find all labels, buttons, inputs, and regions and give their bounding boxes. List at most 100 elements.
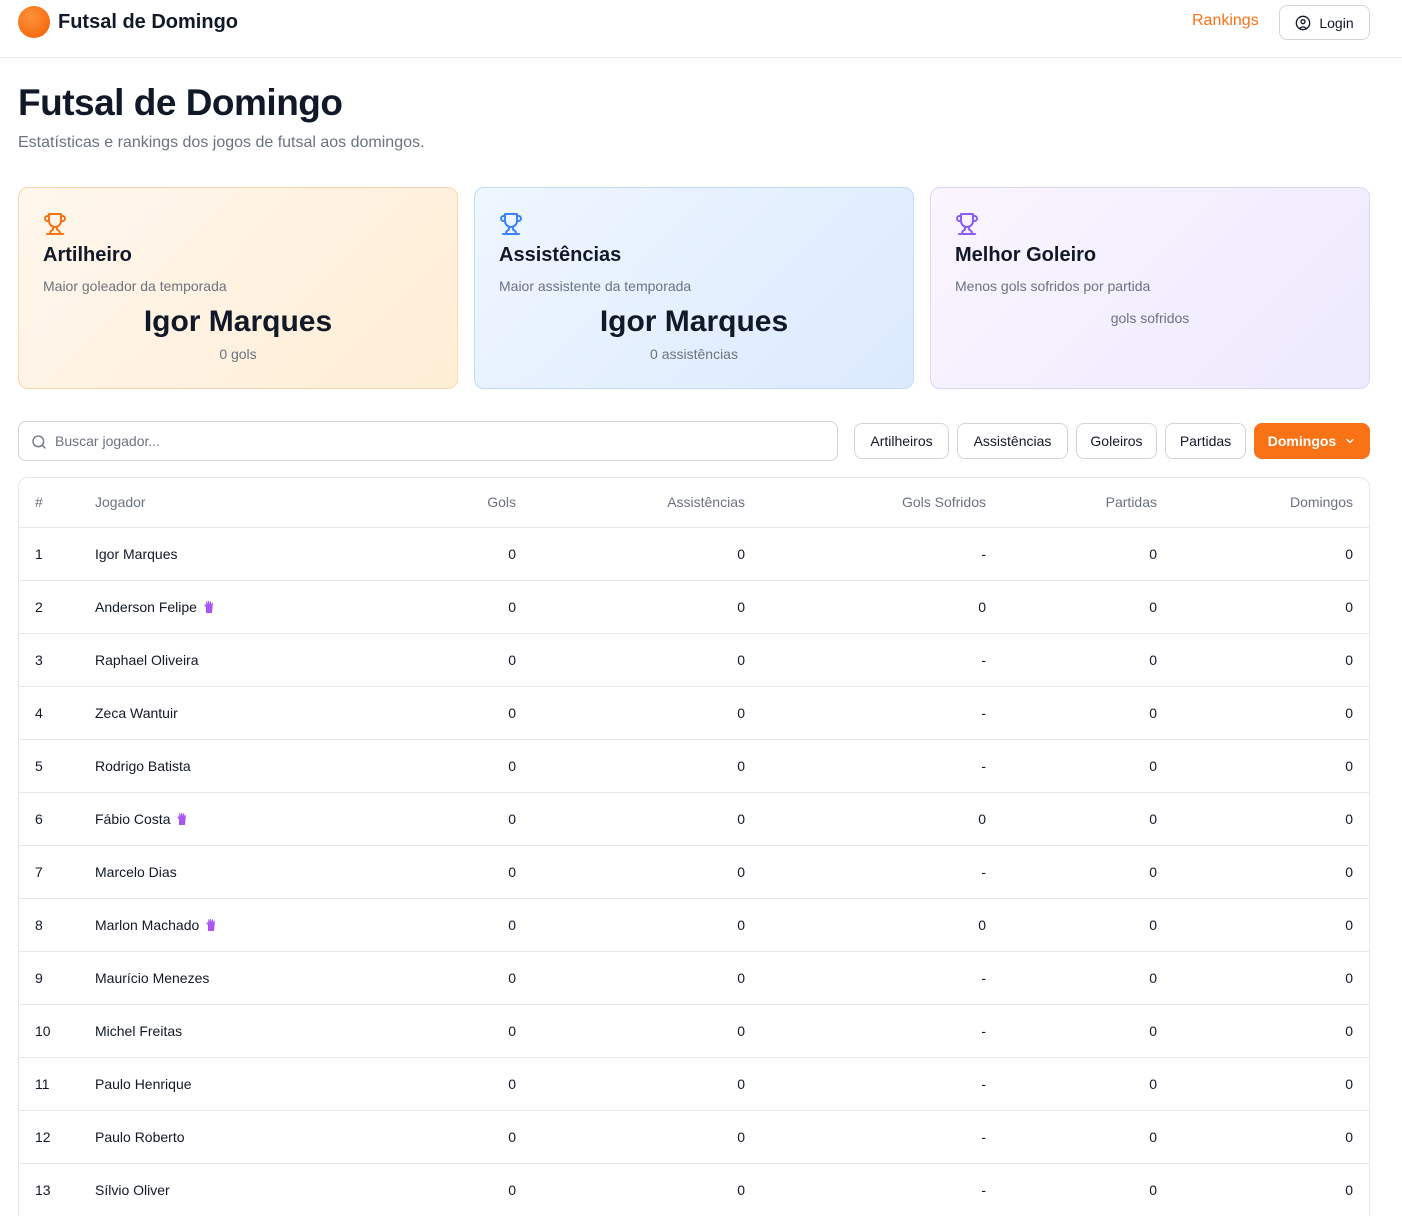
table-row[interactable]: 3 Raphael Oliveira 0 0-0 0: [19, 633, 1369, 687]
sundays-cell: 0: [1173, 845, 1369, 899]
brand-name: Futsal de Domingo: [58, 10, 238, 33]
assists-cell: 0: [532, 580, 761, 634]
column-header-sundays[interactable]: Domingos: [1173, 478, 1369, 528]
assists-cell: 0: [532, 1057, 761, 1111]
login-button[interactable]: Login: [1279, 5, 1370, 40]
column-header-conceded[interactable]: Gols Sofridos: [761, 478, 1002, 528]
conceded-cell: -: [761, 1110, 1002, 1164]
matches-cell: 0: [1002, 1057, 1173, 1111]
sundays-cell: 0: [1173, 739, 1369, 793]
table-row[interactable]: 7 Marcelo Dias 0 0-0 0: [19, 845, 1369, 899]
player-name[interactable]: Marlon Machado: [95, 917, 199, 933]
column-header-rank[interactable]: #: [19, 478, 79, 528]
table-row[interactable]: 2 Anderson Felipe 0 0 0 0 0: [19, 580, 1369, 634]
rank-cell: 2: [19, 580, 79, 634]
table-body: 1 Igor Marques 0 0-0 0 2 Anderson Felipe 0 0 0 0 0 3…: [19, 527, 1369, 1216]
assists-cell: 0: [532, 898, 761, 952]
goalkeeper-glove-icon: [206, 918, 216, 931]
card-title: Artilheiro: [43, 244, 132, 266]
table-row[interactable]: 8 Marlon Machado 0 0 0 0 0: [19, 898, 1369, 952]
card-stat: 0 gols: [219, 346, 257, 362]
goals-cell: 0: [372, 686, 532, 740]
goals-cell: 0: [372, 1110, 532, 1164]
sundays-cell: 0: [1173, 633, 1369, 687]
player-name[interactable]: Zeca Wantuir: [95, 705, 178, 721]
column-header-player[interactable]: Jogador: [79, 478, 372, 528]
column-header-assists[interactable]: Assistências: [532, 478, 761, 528]
goals-cell: 0: [372, 898, 532, 952]
goals-cell: 0: [372, 951, 532, 1005]
assists-cell: 0: [532, 1110, 761, 1164]
nav-link-rankings[interactable]: Rankings: [1192, 12, 1259, 30]
column-header-matches[interactable]: Partidas: [1002, 478, 1173, 528]
sundays-cell: 0: [1173, 898, 1369, 952]
filter-domingos-dropdown[interactable]: Domingos: [1254, 423, 1370, 459]
assists-cell: 0: [532, 686, 761, 740]
page-subtitle: Estatísticas e rankings dos jogos de fut…: [18, 134, 425, 151]
rank-cell: 6: [19, 792, 79, 846]
conceded-cell: -: [761, 1057, 1002, 1111]
goalkeeper-glove-icon: [177, 812, 187, 825]
conceded-cell: 0: [761, 580, 1002, 634]
conceded-cell: -: [761, 1163, 1002, 1216]
table-row[interactable]: 6 Fábio Costa 0 0 0 0 0: [19, 792, 1369, 846]
rank-cell: 13: [19, 1163, 79, 1216]
trophy-icon: [44, 213, 66, 235]
goals-cell: 0: [372, 1163, 532, 1216]
player-name[interactable]: Paulo Henrique: [95, 1076, 192, 1092]
player-name[interactable]: Anderson Felipe: [95, 599, 197, 615]
filter-domingos-label: Domingos: [1267, 433, 1337, 449]
top-assists-card: Assistências Maior assistente da tempora…: [474, 187, 914, 389]
goals-cell: 0: [372, 1004, 532, 1058]
player-name[interactable]: Michel Freitas: [95, 1023, 182, 1039]
conceded-cell: -: [761, 633, 1002, 687]
table-row[interactable]: 9 Maurício Menezes 0 0-0 0: [19, 951, 1369, 1005]
goals-cell: 0: [372, 633, 532, 687]
assists-cell: 0: [532, 845, 761, 899]
sundays-cell: 0: [1173, 527, 1369, 581]
table-row[interactable]: 1 Igor Marques 0 0-0 0: [19, 527, 1369, 581]
goalkeeper-glove-icon: [204, 600, 213, 613]
best-keeper-card: Melhor Goleiro Menos gols sofridos por p…: [930, 187, 1370, 389]
goals-cell: 0: [372, 792, 532, 846]
assists-cell: 0: [532, 739, 761, 793]
filter-partidas-button[interactable]: Partidas: [1165, 423, 1246, 459]
search-icon: [32, 435, 46, 449]
table-row[interactable]: 10 Michel Freitas 0 0-0 0: [19, 1004, 1369, 1058]
table-row[interactable]: 4 Zeca Wantuir 0 0-0 0: [19, 686, 1369, 740]
card-title: Assistências: [499, 244, 622, 266]
conceded-cell: -: [761, 527, 1002, 581]
top-navbar: Futsal de Domingo Rankings Login: [0, 0, 1402, 58]
table-row[interactable]: 5 Rodrigo Batista 0 0-0 0: [19, 739, 1369, 793]
player-name[interactable]: Marcelo Dias: [95, 864, 177, 880]
player-name[interactable]: Paulo Roberto: [95, 1129, 185, 1145]
brand[interactable]: Futsal de Domingo: [18, 6, 238, 38]
filter-goleiros-button[interactable]: Goleiros: [1076, 423, 1157, 459]
assists-cell: 0: [532, 1004, 761, 1058]
search-input[interactable]: [55, 422, 825, 460]
rankings-table: # Jogador Gols Assistências Gols Sofrido…: [18, 477, 1370, 1216]
player-name[interactable]: Maurício Menezes: [95, 970, 209, 986]
player-name[interactable]: Rodrigo Batista: [95, 758, 191, 774]
sundays-cell: 0: [1173, 686, 1369, 740]
table-row[interactable]: 13 Sílvio Oliver 0 0-0 0: [19, 1163, 1369, 1216]
player-name[interactable]: Fábio Costa: [95, 811, 170, 827]
column-header-goals[interactable]: Gols: [372, 478, 532, 528]
player-name-cell: Rodrigo Batista: [79, 739, 372, 793]
card-title: Melhor Goleiro: [955, 244, 1097, 266]
player-name[interactable]: Igor Marques: [95, 546, 177, 562]
filter-artilheiros-button[interactable]: Artilheiros: [854, 423, 949, 459]
matches-cell: 0: [1002, 1110, 1173, 1164]
matches-cell: 0: [1002, 845, 1173, 899]
player-name[interactable]: Raphael Oliveira: [95, 652, 199, 668]
goals-cell: 0: [372, 1057, 532, 1111]
filter-assistencias-button[interactable]: Assistências: [957, 423, 1068, 459]
conceded-cell: 0: [761, 792, 1002, 846]
table-row[interactable]: 12 Paulo Roberto 0 0-0 0: [19, 1110, 1369, 1164]
ball-logo-icon: [18, 6, 50, 38]
player-name[interactable]: Sílvio Oliver: [95, 1182, 170, 1198]
chevron-down-icon: [1346, 438, 1354, 444]
conceded-cell: -: [761, 739, 1002, 793]
matches-cell: 0: [1002, 898, 1173, 952]
table-row[interactable]: 11 Paulo Henrique 0 0-0 0: [19, 1057, 1369, 1111]
